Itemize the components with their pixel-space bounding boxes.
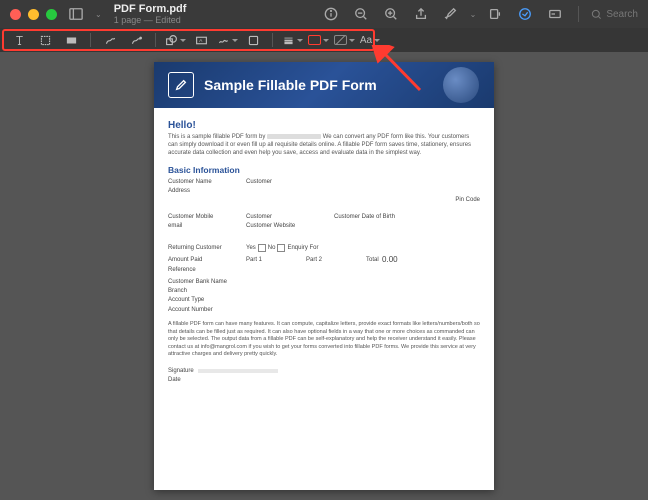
share-icon[interactable] bbox=[410, 4, 432, 24]
label-account-type: Account Type bbox=[168, 297, 204, 303]
form-banner: Sample Fillable PDF Form bbox=[154, 62, 494, 108]
form-content: Hello! This is a sample fillable PDF for… bbox=[154, 108, 494, 394]
edit-icon bbox=[168, 72, 194, 98]
form-title: Sample Fillable PDF Form bbox=[204, 77, 377, 94]
document-viewport[interactable]: Sample Fillable PDF Form Hello! This is … bbox=[0, 52, 648, 500]
label-signature: Signature bbox=[168, 368, 194, 374]
info-icon[interactable] bbox=[320, 4, 342, 24]
label-email: email bbox=[168, 223, 246, 229]
line-weight-tool[interactable] bbox=[281, 31, 303, 49]
document-title: PDF Form.pdf 1 page — Edited bbox=[114, 3, 187, 26]
note-tool[interactable] bbox=[242, 31, 264, 49]
rotate-icon[interactable] bbox=[484, 4, 506, 24]
intro-text: This is a sample fillable PDF form by We… bbox=[168, 133, 480, 157]
text-tool[interactable]: A bbox=[190, 31, 212, 49]
draw-tool[interactable] bbox=[125, 31, 147, 49]
label-date: Date bbox=[168, 377, 181, 383]
close-window[interactable] bbox=[10, 9, 21, 20]
filename: PDF Form.pdf bbox=[114, 3, 187, 16]
label-returning: Returning Customer bbox=[168, 245, 246, 251]
sketch-tool[interactable] bbox=[99, 31, 121, 49]
sidebar-toggle[interactable] bbox=[65, 4, 87, 24]
rect-select-tool[interactable] bbox=[34, 31, 56, 49]
stroke-color-tool[interactable] bbox=[307, 31, 329, 49]
label-pin-code: Pin Code bbox=[168, 197, 480, 203]
label-account-number: Account Number bbox=[168, 307, 213, 313]
pdf-page: Sample Fillable PDF Form Hello! This is … bbox=[154, 62, 494, 490]
titlebar: ⌄ PDF Form.pdf 1 page — Edited ⌄ Search bbox=[0, 0, 648, 28]
zoom-out-icon[interactable] bbox=[350, 4, 372, 24]
maximize-window[interactable] bbox=[46, 9, 57, 20]
checkbox-no[interactable] bbox=[277, 244, 285, 252]
label-customer-name: Customer Name bbox=[168, 179, 246, 185]
search-placeholder: Search bbox=[606, 9, 638, 20]
section-basic-info: Basic Information bbox=[168, 165, 480, 175]
sign-tool[interactable] bbox=[216, 31, 238, 49]
shapes-tool[interactable] bbox=[164, 31, 186, 49]
window-controls bbox=[10, 9, 57, 20]
text-select-tool[interactable] bbox=[8, 31, 30, 49]
markup-toggle-icon[interactable] bbox=[514, 4, 536, 24]
total-value: 0.00 bbox=[382, 255, 398, 264]
footer-text: A fillable PDF form can have many featur… bbox=[168, 321, 480, 358]
search-field[interactable]: Search bbox=[591, 9, 638, 20]
page-info: 1 page — Edited bbox=[114, 15, 187, 25]
highlight-icon[interactable] bbox=[440, 4, 462, 24]
checkbox-yes[interactable] bbox=[258, 244, 266, 252]
label-dob: Customer Date of Birth bbox=[334, 214, 395, 220]
label-reference: Reference bbox=[168, 267, 246, 273]
label-address: Address bbox=[168, 188, 246, 194]
fill-color-tool[interactable] bbox=[333, 31, 355, 49]
hello-heading: Hello! bbox=[168, 120, 480, 131]
label-branch: Branch bbox=[168, 288, 187, 294]
redact-tool[interactable] bbox=[60, 31, 82, 49]
label-mobile: Customer Mobile bbox=[168, 214, 246, 220]
zoom-in-icon[interactable] bbox=[380, 4, 402, 24]
label-amount: Amount Paid bbox=[168, 257, 246, 263]
minimize-window[interactable] bbox=[28, 9, 39, 20]
font-tool[interactable]: Aa bbox=[359, 31, 381, 49]
markup-toolbar: A Aa bbox=[0, 28, 648, 52]
form-icon[interactable] bbox=[544, 4, 566, 24]
label-bank: Customer Bank Name bbox=[168, 279, 227, 285]
